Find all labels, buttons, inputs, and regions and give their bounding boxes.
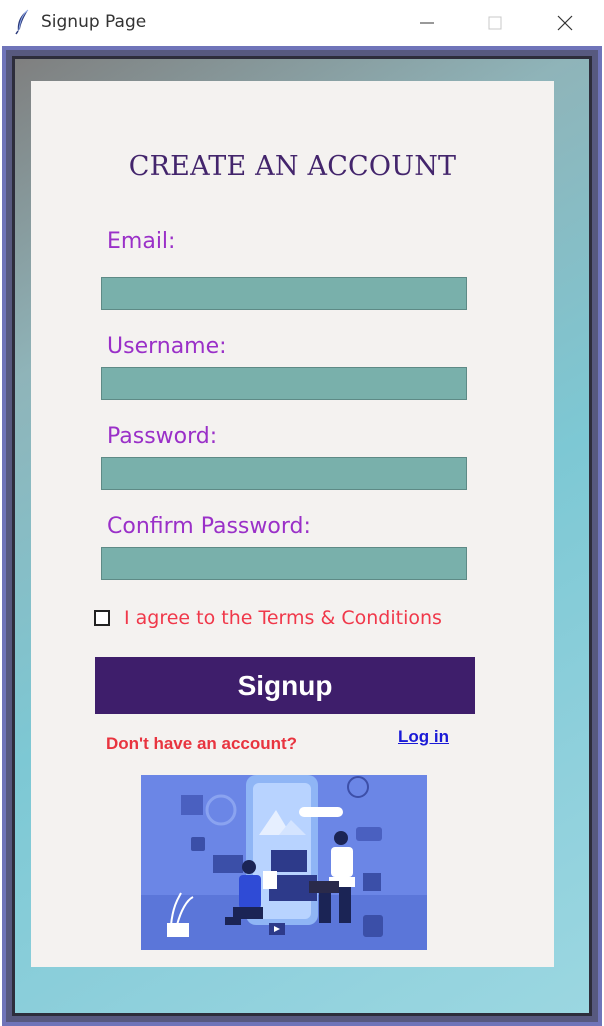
password-input[interactable]	[101, 457, 467, 490]
background-panel-border: CREATE AN ACCOUNT Email: Username: Passw…	[12, 56, 592, 1016]
maximize-button[interactable]	[472, 0, 518, 46]
feather-icon	[15, 9, 29, 35]
close-icon	[557, 15, 573, 31]
password-label: Password:	[107, 424, 218, 449]
signup-button[interactable]: Signup	[95, 657, 475, 714]
username-input[interactable]	[101, 367, 467, 400]
background-panel: CREATE AN ACCOUNT Email: Username: Passw…	[15, 59, 589, 1013]
close-button[interactable]	[542, 0, 588, 46]
email-input[interactable]	[101, 277, 467, 310]
minimize-button[interactable]	[404, 0, 450, 46]
no-account-text: Don't have an account?	[106, 734, 298, 753]
confirm-password-label: Confirm Password:	[107, 514, 311, 539]
minimize-icon	[420, 22, 434, 24]
signup-window: Signup Page CREATE AN ACCOUNT Email: Use…	[0, 0, 604, 1026]
confirm-password-input[interactable]	[101, 547, 467, 580]
window-title: Signup Page	[41, 12, 147, 32]
signup-card: CREATE AN ACCOUNT Email: Username: Passw…	[31, 81, 554, 967]
window-frame: CREATE AN ACCOUNT Email: Username: Passw…	[2, 46, 602, 1026]
terms-label[interactable]: I agree to the Terms & Conditions	[124, 607, 442, 629]
username-label: Username:	[107, 334, 227, 359]
title-bar: Signup Page	[0, 0, 604, 46]
login-link[interactable]: Log in	[398, 727, 449, 747]
email-label: Email:	[107, 229, 176, 254]
maximize-icon	[488, 16, 502, 30]
terms-checkbox[interactable]	[94, 610, 110, 626]
people-with-phone-illustration	[141, 775, 427, 950]
page-heading: CREATE AN ACCOUNT	[128, 151, 457, 182]
